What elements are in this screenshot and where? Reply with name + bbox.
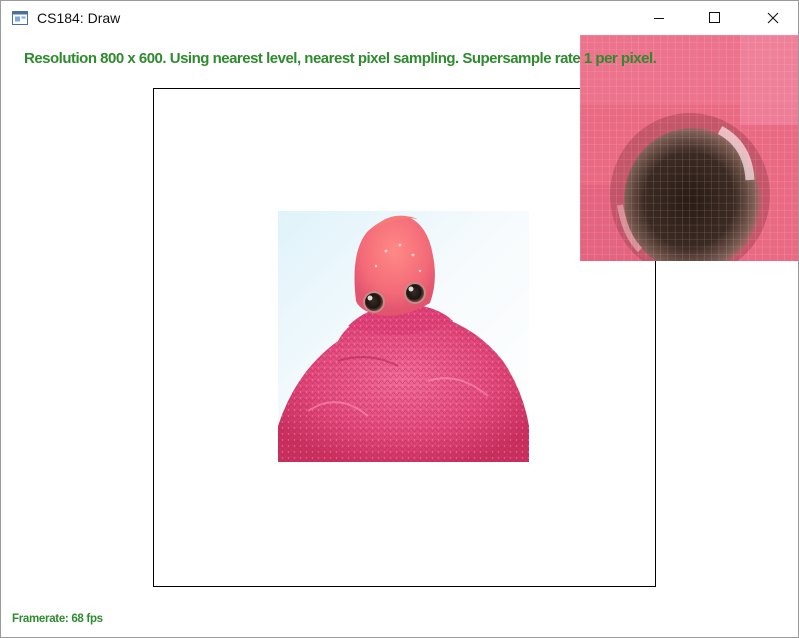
maximize-icon [709, 12, 720, 23]
drawing-canvas[interactable]: Resolution 800 x 600. Using nearest leve… [1, 35, 798, 637]
creature-texture-image [278, 211, 529, 462]
window-title: CS184: Draw [37, 10, 121, 26]
title-bar[interactable]: CS184: Draw [1, 1, 798, 35]
close-button[interactable] [750, 1, 796, 35]
app-window: CS184: Draw Resolution 800 x 600. Using … [0, 0, 799, 638]
maximize-button[interactable] [691, 1, 737, 35]
close-icon [767, 12, 779, 24]
render-status-text: Resolution 800 x 600. Using nearest leve… [24, 50, 657, 67]
framerate-readout: Framerate: 68 fps [12, 613, 103, 625]
zoom-inspector-panel [580, 35, 798, 261]
minimize-button[interactable] [636, 1, 682, 35]
app-window-icon [12, 11, 28, 25]
minimize-icon [654, 18, 664, 19]
